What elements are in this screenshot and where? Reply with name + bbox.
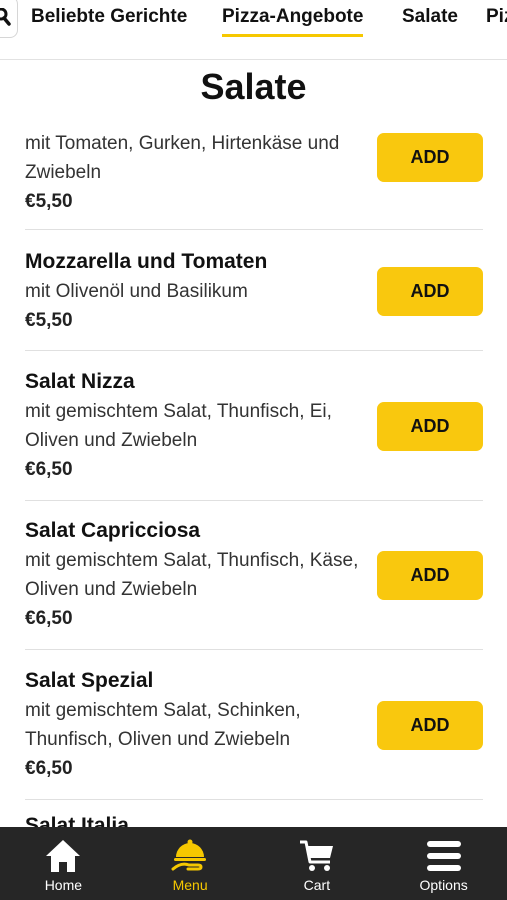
item-description: mit Olivenöl und Basilikum bbox=[25, 281, 248, 302]
item-description: mit gemischtem Salat, Thunfisch, Käse, O… bbox=[25, 550, 359, 600]
tab-pizza-angebote[interactable]: Pizza-Angebote bbox=[222, 6, 364, 37]
item-price: €6,50 bbox=[25, 758, 73, 779]
category-nav: Beliebte Gerichte Pizza-Angebote Salate … bbox=[0, 0, 507, 60]
item-name: Salat Spezial bbox=[25, 669, 154, 692]
bottom-nav: Home Menu Cart Options bbox=[0, 827, 507, 900]
nav-home-label: Home bbox=[44, 877, 83, 893]
item-name: Salat Capricciosa bbox=[25, 519, 201, 542]
tab-beliebte-gerichte[interactable]: Beliebte Gerichte bbox=[31, 6, 187, 34]
item-name: Salat Nizza bbox=[25, 370, 135, 393]
nav-cart-label: Cart bbox=[303, 877, 331, 893]
item-price: €6,50 bbox=[25, 608, 73, 629]
tab-pizza-partial[interactable]: Piz bbox=[486, 6, 507, 34]
menu-icon bbox=[425, 837, 463, 875]
item-price: €5,50 bbox=[25, 191, 73, 212]
item-price: €6,50 bbox=[25, 459, 73, 480]
add-button[interactable]: ADD bbox=[377, 551, 483, 600]
cart-icon bbox=[298, 837, 336, 875]
menu-item: Salat Capricciosa mit gemischtem Salat, … bbox=[25, 516, 483, 650]
nav-cart[interactable]: Cart bbox=[254, 827, 381, 900]
tab-salate[interactable]: Salate bbox=[402, 6, 458, 34]
item-description: mit gemischtem Salat, Thunfisch, Ei, Oli… bbox=[25, 401, 332, 451]
nav-options[interactable]: Options bbox=[380, 827, 507, 900]
item-description: mit gemischtem Salat, Schinken, Thunfisc… bbox=[25, 700, 301, 750]
menu-item: Salat Spezial mit gemischtem Salat, Schi… bbox=[25, 666, 483, 800]
add-button[interactable]: ADD bbox=[377, 402, 483, 451]
menu-item: mit Tomaten, Gurken, Hirtenkäse und Zwie… bbox=[25, 129, 483, 230]
search-icon bbox=[0, 8, 11, 26]
nav-menu-label: Menu bbox=[172, 877, 208, 893]
serving-dish-icon bbox=[171, 837, 209, 875]
menu-item: Mozzarella und Tomaten mit Olivenöl und … bbox=[25, 247, 483, 351]
add-button[interactable]: ADD bbox=[377, 701, 483, 750]
home-icon bbox=[44, 837, 82, 875]
nav-options-label: Options bbox=[419, 877, 468, 893]
section-title: Salate bbox=[200, 66, 307, 107]
search-button[interactable] bbox=[0, 0, 18, 38]
item-description: mit Tomaten, Gurken, Hirtenkäse und Zwie… bbox=[25, 133, 340, 183]
add-button[interactable]: ADD bbox=[377, 133, 483, 182]
nav-menu[interactable]: Menu bbox=[127, 827, 254, 900]
nav-home[interactable]: Home bbox=[0, 827, 127, 900]
add-button[interactable]: ADD bbox=[377, 267, 483, 316]
menu-item: Salat Nizza mit gemischtem Salat, Thunfi… bbox=[25, 367, 483, 501]
